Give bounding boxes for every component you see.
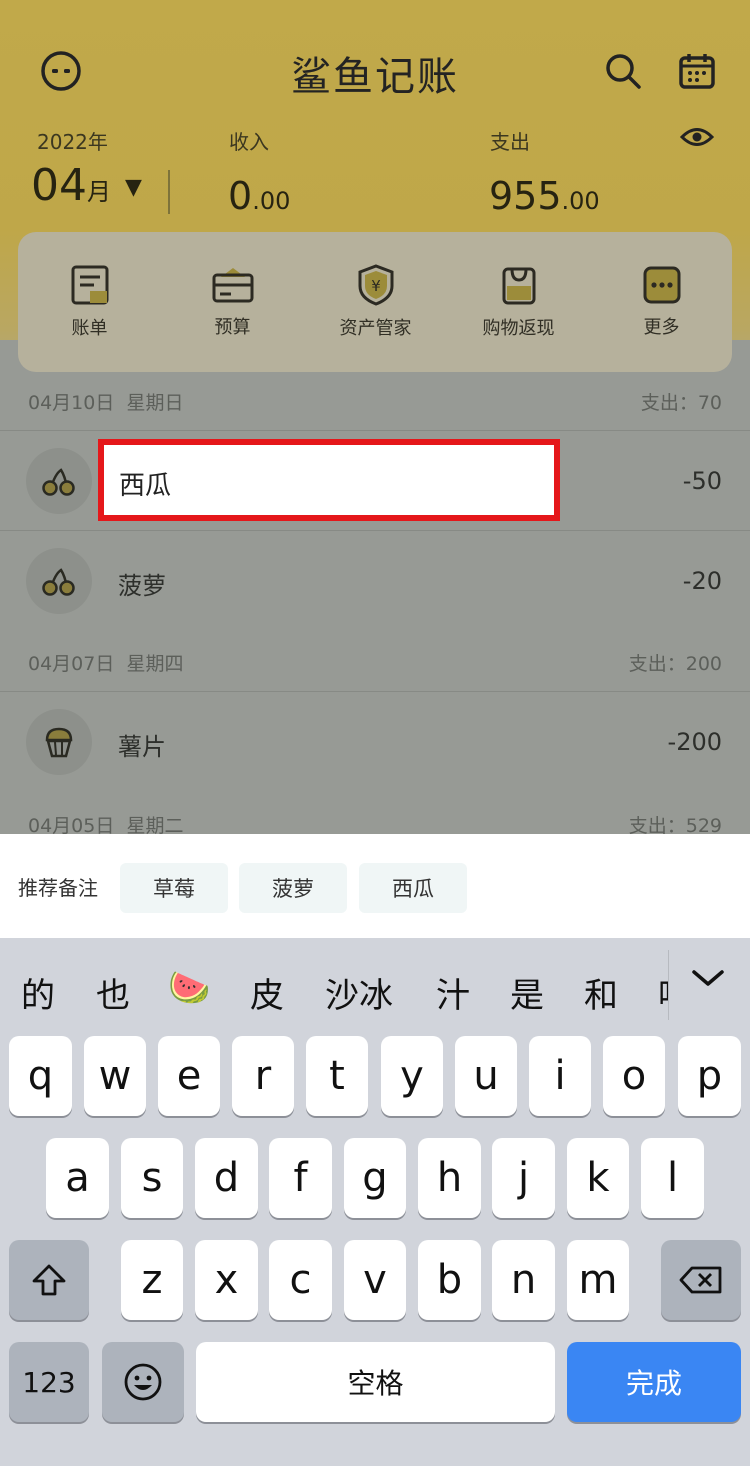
candidate-word[interactable]: 和: [584, 968, 618, 1017]
key-e[interactable]: e: [158, 1036, 220, 1116]
key-u[interactable]: u: [455, 1036, 517, 1116]
chevron-down-icon[interactable]: [690, 966, 726, 994]
asset-shield-icon: ¥: [358, 264, 393, 306]
day-total: 支出：70: [640, 391, 722, 414]
day-total: 支出：200: [628, 652, 722, 675]
candidate-bar: 的 也 🍉 皮 沙冰 汁 是 和 喝: [0, 938, 668, 1032]
month-number: 04: [31, 160, 87, 211]
key-n[interactable]: n: [492, 1240, 555, 1320]
transaction-name: 薯片: [118, 733, 166, 761]
month-selector[interactable]: 04月 ▼: [31, 160, 142, 211]
caret-down-icon: ▼: [125, 175, 142, 200]
expense-label: 支出: [490, 130, 530, 154]
menu-label-budget: 预算: [214, 317, 251, 338]
menu-item-more[interactable]: 更多: [590, 232, 733, 372]
menu-item-bill[interactable]: 账单: [18, 232, 161, 372]
key-f[interactable]: f: [269, 1138, 332, 1218]
emoji-key[interactable]: [102, 1342, 184, 1422]
suggestion-chip[interactable]: 西瓜: [359, 863, 467, 913]
done-key[interactable]: 完成: [567, 1342, 741, 1422]
candidate-word[interactable]: 喝: [658, 968, 668, 1017]
expense-amount: 955.00: [489, 174, 600, 218]
key-h[interactable]: h: [418, 1138, 481, 1218]
header-divider: [168, 170, 170, 214]
key-k[interactable]: k: [567, 1138, 629, 1218]
transaction-row[interactable]: 薯片 -200: [0, 692, 750, 792]
key-o[interactable]: o: [603, 1036, 665, 1116]
shift-arrow-icon: [32, 1264, 66, 1296]
transaction-amount: -200: [667, 728, 722, 756]
transaction-row[interactable]: 菠萝 -20: [0, 531, 750, 631]
shopping-bag-icon: [502, 267, 535, 305]
candidate-word[interactable]: 是: [510, 968, 544, 1017]
suggestion-chip[interactable]: 菠萝: [239, 863, 347, 913]
snack-muffin-icon: [26, 709, 92, 775]
suggestion-label: 推荐备注: [18, 876, 98, 900]
candidate-divider: [668, 950, 669, 1020]
key-y[interactable]: y: [381, 1036, 443, 1116]
year-label: 2022年: [37, 130, 108, 154]
day-date: 04月10日 星期日: [28, 391, 184, 414]
fruit-cherry-icon: [26, 448, 92, 514]
candidate-word[interactable]: 的: [21, 968, 55, 1017]
candidate-word[interactable]: 🍉: [168, 968, 210, 1008]
key-x[interactable]: x: [195, 1240, 258, 1320]
key-z[interactable]: z: [121, 1240, 183, 1320]
key-d[interactable]: d: [195, 1138, 258, 1218]
space-key[interactable]: 空格: [196, 1342, 555, 1422]
candidate-word[interactable]: 汁: [436, 968, 470, 1017]
numbers-key[interactable]: 123: [9, 1342, 89, 1422]
key-a[interactable]: a: [46, 1138, 109, 1218]
key-v[interactable]: v: [344, 1240, 406, 1320]
key-g[interactable]: g: [344, 1138, 406, 1218]
eye-icon[interactable]: [670, 110, 724, 164]
key-i[interactable]: i: [529, 1036, 591, 1116]
shift-key[interactable]: [9, 1240, 89, 1320]
backspace-icon: [679, 1266, 722, 1294]
more-dots-icon: [643, 266, 680, 304]
menu-item-assets[interactable]: ¥ 资产管家: [304, 232, 447, 372]
quick-menu-card: 账单 预算 ¥ 资产管家 购物返现 更多: [18, 232, 732, 372]
menu-label-more: 更多: [643, 317, 680, 338]
candidate-word[interactable]: 沙冰: [325, 968, 393, 1017]
budget-icon: [212, 268, 253, 303]
suggestion-bar: 推荐备注 草莓 菠萝 西瓜: [0, 834, 750, 938]
key-j[interactable]: j: [492, 1138, 555, 1218]
key-p[interactable]: p: [678, 1036, 741, 1116]
key-m[interactable]: m: [567, 1240, 629, 1320]
suggestion-chip[interactable]: 草莓: [120, 863, 228, 913]
key-r[interactable]: r: [232, 1036, 294, 1116]
income-amount: 0.00: [228, 174, 291, 218]
candidate-word[interactable]: 皮: [250, 968, 284, 1017]
menu-label-bill: 账单: [71, 318, 108, 339]
key-b[interactable]: b: [418, 1240, 481, 1320]
transaction-amount: -20: [682, 567, 722, 595]
key-q[interactable]: q: [9, 1036, 72, 1116]
transaction-amount: -50: [682, 467, 722, 495]
key-s[interactable]: s: [121, 1138, 183, 1218]
income-label: 收入: [229, 130, 269, 154]
emoji-smile-icon: [124, 1363, 162, 1401]
key-l[interactable]: l: [641, 1138, 704, 1218]
svg-text:¥: ¥: [371, 277, 381, 295]
keyboard: 的 也 🍉 皮 沙冰 汁 是 和 喝 q w e r t y u i o p a…: [0, 938, 750, 1466]
search-icon[interactable]: [596, 44, 650, 98]
month-suffix: 月: [87, 178, 111, 206]
key-t[interactable]: t: [306, 1036, 368, 1116]
remark-input[interactable]: 西瓜: [98, 439, 560, 521]
menu-label-cashback: 购物返现: [482, 318, 555, 339]
menu-label-assets: 资产管家: [339, 318, 412, 339]
menu-item-cashback[interactable]: 购物返现: [447, 232, 590, 372]
key-c[interactable]: c: [269, 1240, 332, 1320]
remark-input-text: 西瓜: [119, 471, 172, 501]
key-w[interactable]: w: [84, 1036, 146, 1116]
transaction-name: 菠萝: [118, 572, 166, 600]
day-date: 04月07日 星期四: [28, 652, 184, 675]
menu-item-budget[interactable]: 预算: [161, 232, 304, 372]
candidate-word[interactable]: 也: [96, 968, 130, 1017]
backspace-key[interactable]: [661, 1240, 741, 1320]
fruit-cherry-icon: [26, 548, 92, 614]
bill-icon: [71, 265, 108, 305]
calendar-icon[interactable]: [670, 44, 724, 98]
